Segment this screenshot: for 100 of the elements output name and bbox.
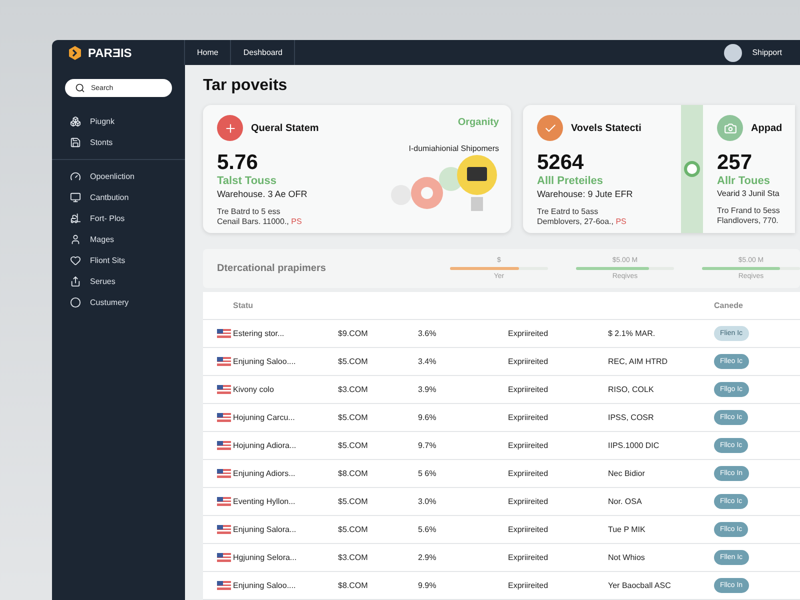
sidebar-item[interactable]: Serues — [52, 271, 185, 292]
stat-note: Tre Eatrd to 5ass — [537, 207, 600, 218]
flag-icon — [217, 385, 231, 394]
stat-label: Alll Preteiles — [537, 175, 604, 187]
table-cell-text: Enjuning Saloo.... — [233, 581, 297, 590]
gauge-icon — [70, 171, 81, 182]
table-cell-text: IPSS, COSR — [608, 413, 655, 422]
flag-icon — [217, 553, 231, 562]
flag-icon — [217, 441, 231, 450]
stat-code-label: PS — [616, 217, 626, 226]
table-cell-text: 2.9% — [418, 553, 438, 562]
stat-note: Tro Frand to 5ess — [717, 206, 781, 216]
table-cell-text: 3.6% — [418, 329, 438, 338]
table-cell-text: 3.9% — [418, 385, 438, 394]
table-cell-text: 9.6% — [418, 413, 438, 422]
table-cell-text: Yer Baocball ASC — [608, 581, 672, 590]
card-caption: I-dumiahionial Shipomers — [408, 144, 499, 153]
table-cell-text: Enjuning Salora... — [233, 525, 298, 534]
card-title: Queral Statem — [251, 122, 319, 134]
table-cell-text: Nec Bidior — [608, 469, 646, 478]
stat-value: 257 — [717, 151, 754, 175]
stat-detail: Vearid 3 Junil Sta — [717, 189, 780, 198]
stat-note: Demblovers, 27-6oa., — [537, 217, 614, 226]
flag-icon — [217, 525, 231, 534]
nav-tab[interactable]: Home — [185, 40, 232, 65]
table-cell-text: Hgjuning Selora... — [233, 553, 298, 562]
card-title: Vovels Statecti — [571, 122, 642, 134]
share-icon — [70, 276, 81, 287]
table-cell-text: $5.COM — [338, 357, 369, 366]
table-cell-text: 5.6% — [418, 525, 438, 534]
brand-name: PARƎIS — [88, 46, 132, 60]
stat-value: 5.76 — [217, 151, 259, 175]
user-icon — [70, 234, 81, 245]
table-cell-text: Eventing Hyllon... — [233, 497, 296, 506]
flag-icon — [217, 581, 231, 590]
flag-icon — [217, 329, 231, 338]
table-cell-text: IIPS.1000 DIC — [608, 441, 660, 450]
table-cell-text: Estering stor... — [233, 329, 286, 338]
stat-label: Allr Toues — [717, 175, 771, 187]
table-cell-text: Not Whios — [608, 553, 646, 562]
sidebar-item[interactable]: Piugnk — [52, 111, 185, 132]
sidebar-item[interactable]: Cantbution — [52, 187, 185, 208]
table-cell-text: $5.COM — [338, 413, 369, 422]
stat-note: Tre Batrd to 5 ess — [217, 207, 282, 218]
sidebar-item[interactable]: Fort- Plos — [52, 208, 185, 229]
table-cell-text: Enjuning Saloo.... — [233, 357, 297, 366]
table-cell-text: Expriireited — [508, 553, 550, 562]
flag-icon — [217, 357, 231, 366]
table-cell-text: Expriireited — [508, 469, 550, 478]
card-tag: Organity — [458, 117, 499, 128]
table-cell-text: $9.COM — [338, 329, 369, 338]
table-cell-text: Expriireited — [508, 525, 550, 534]
table-cell-text: Expriireited — [508, 413, 550, 422]
table-cell-text: 3.0% — [418, 497, 438, 506]
stat-detail: Warehouse. 3 Ae OFR — [217, 189, 308, 199]
save-icon — [70, 137, 81, 148]
flag-icon — [217, 469, 231, 478]
table-cell-text: Expriireited — [508, 497, 550, 506]
table-cell-text: Expriireited — [508, 329, 550, 338]
sidebar-item[interactable]: Fliont Sits — [52, 250, 185, 271]
table-cell-text: $ 2.1% MAR. — [608, 329, 656, 338]
flag-icon — [217, 413, 231, 422]
search-icon — [75, 83, 85, 93]
table-cell-text: $5.COM — [338, 441, 369, 450]
table-cell-text: 9.7% — [418, 441, 438, 450]
heart-icon — [70, 255, 81, 266]
table-cell-text: Hojuning Adiora... — [233, 441, 298, 450]
card-title: Appad — [751, 122, 782, 134]
table-cell-text: Tue P MIK — [608, 525, 646, 534]
table-cell-text: RISO, COLK — [608, 385, 655, 394]
page-title: Tar poveits — [203, 77, 288, 95]
monitor-icon — [70, 192, 81, 203]
table-cell-text: $3.COM — [338, 553, 369, 562]
logo-icon — [68, 46, 82, 60]
stat-detail: Warehouse: 9 Jute EFR — [537, 189, 634, 199]
table-cell-text: Expriireited — [508, 357, 550, 366]
boxes-icon — [70, 116, 81, 127]
avatar[interactable] — [724, 44, 742, 62]
summary-title: Dtercational prapimers — [217, 263, 327, 274]
sidebar-item[interactable]: Custumery — [52, 292, 185, 313]
circle-icon — [70, 297, 81, 308]
table-cell-text: $8.COM — [338, 469, 369, 478]
table-cell-text: $8.COM — [338, 581, 369, 590]
stat-label: Talst Touss — [217, 175, 278, 187]
column-header: Statu — [233, 301, 254, 310]
ring-icon — [684, 161, 700, 177]
user-name[interactable]: Shipport — [742, 48, 800, 57]
column-header: Canede — [714, 301, 744, 310]
sidebar-item[interactable]: Stonts — [52, 132, 185, 153]
stat-note: Flandlovers, 770. — [717, 216, 778, 226]
table-cell-text: Expriireited — [508, 581, 550, 590]
nav-tab[interactable]: Deshboard — [231, 40, 296, 65]
sidebar-item[interactable]: Mages — [52, 229, 185, 250]
flag-icon — [217, 497, 231, 506]
stat-code-label: PS — [291, 217, 302, 226]
table-cell-text: Kivony colo — [233, 385, 275, 394]
table-cell-text: Nor. OSA — [608, 497, 643, 506]
table-cell-text: $5.COM — [338, 497, 369, 506]
forklift-icon — [70, 213, 81, 224]
sidebar-item[interactable]: Opoenliction — [52, 166, 185, 187]
